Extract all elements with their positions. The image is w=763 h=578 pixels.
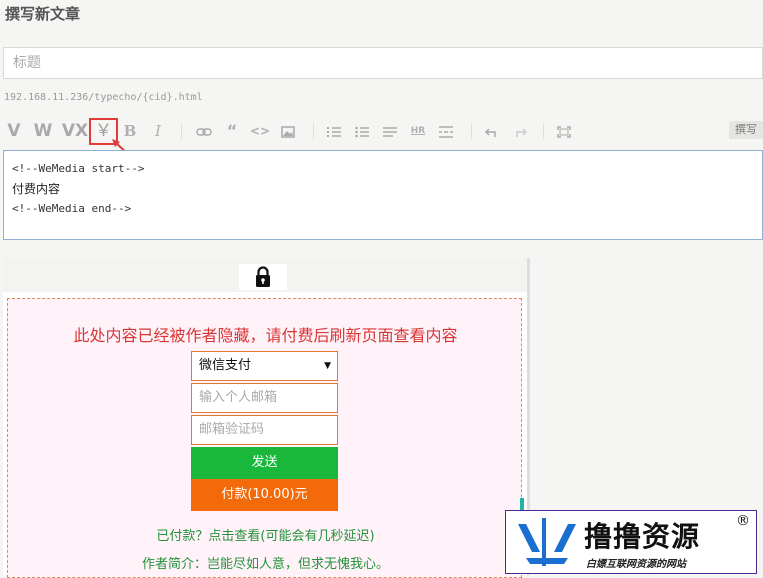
wemedia-v-icon[interactable]: V	[5, 116, 23, 146]
italic-icon[interactable]: I	[149, 116, 167, 146]
horizontal-rule-icon[interactable]: HR	[407, 116, 429, 146]
wemedia-vx-icon[interactable]: VX	[61, 116, 89, 146]
lock-icon	[256, 266, 270, 287]
link-icon[interactable]	[193, 116, 215, 146]
send-button[interactable]: 发送	[191, 447, 338, 479]
verification-code-input[interactable]: 邮箱验证码	[191, 415, 338, 445]
editor-line: 付费内容	[12, 182, 61, 196]
email-input[interactable]: 输入个人邮箱	[191, 383, 338, 413]
paywall-message: 此处内容已经被作者隐藏，请付费后刷新页面查看内容	[73, 326, 458, 345]
watermark-logo: 撸撸资源 ® 白嫖互联网资源的网站	[505, 510, 757, 574]
paid-view-link[interactable]: 已付款？点击查看(可能会有几秒延迟)	[8, 525, 523, 544]
redo-icon[interactable]	[509, 116, 531, 146]
tab-write[interactable]: 撰写	[729, 121, 763, 139]
undo-icon[interactable]	[481, 116, 503, 146]
heading-icon[interactable]	[379, 116, 401, 146]
toolbar-separator	[313, 123, 314, 139]
image-icon[interactable]	[277, 116, 299, 146]
markdown-editor[interactable]: <!--WeMedia start--> 付费内容 <!--WeMedia en…	[3, 150, 763, 240]
toolbar-separator	[543, 123, 544, 139]
fullscreen-icon[interactable]	[553, 116, 575, 146]
unordered-list-icon[interactable]	[351, 116, 373, 146]
more-separator-icon[interactable]	[435, 116, 457, 146]
lock-badge	[239, 264, 287, 290]
code-icon[interactable]: <>	[249, 116, 271, 146]
toolbar-separator	[471, 123, 472, 139]
registered-mark: ®	[736, 513, 750, 529]
permalink-text: 192.168.11.236/typecho/{cid}.html	[4, 92, 203, 103]
preview-header	[3, 258, 527, 292]
ordered-list-icon[interactable]	[323, 116, 345, 146]
editor-line: <!--WeMedia start-->	[12, 162, 145, 175]
brand-logo-icon	[518, 518, 576, 566]
quote-icon[interactable]: “	[221, 116, 243, 146]
pay-button[interactable]: 付款(10.00)元	[191, 479, 338, 511]
payment-method-value: 微信支付	[199, 358, 252, 373]
brand-tagline: 白嫖互联网资源的网站	[586, 559, 686, 570]
title-input[interactable]: 标题	[3, 47, 763, 79]
toolbar-separator	[181, 123, 182, 139]
paywall-box: 此处内容已经被作者隐藏，请付费后刷新页面查看内容 微信支付 ▼ 输入个人邮箱 邮…	[7, 298, 522, 578]
page-title: 撰写新文章	[5, 5, 81, 23]
dropdown-arrow-icon: ▼	[324, 361, 331, 371]
payment-method-select[interactable]: 微信支付 ▼	[191, 351, 338, 381]
preview-pane: 此处内容已经被作者隐藏，请付费后刷新页面查看内容 微信支付 ▼ 输入个人邮箱 邮…	[3, 258, 530, 578]
editor-line: <!--WeMedia end-->	[12, 202, 132, 215]
brand-name: 撸撸资源	[584, 520, 701, 553]
wemedia-w-icon[interactable]: W	[31, 116, 55, 146]
author-intro: 作者简介：岂能尽如人意，但求无愧我心。	[141, 557, 389, 572]
